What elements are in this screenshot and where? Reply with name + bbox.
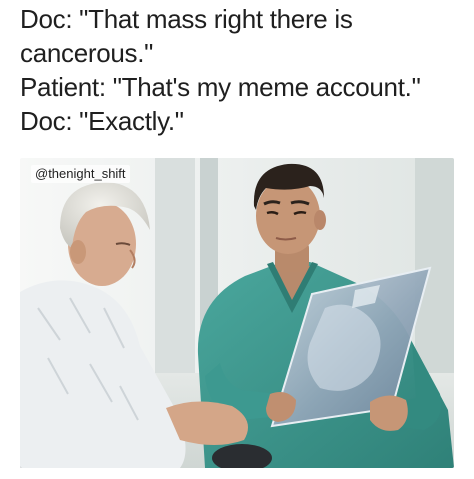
caption-line-1: Doc: "That mass right there is bbox=[20, 4, 353, 34]
background-window-left bbox=[155, 158, 195, 373]
doctor-patient-xray-illustration bbox=[20, 158, 454, 468]
doctor-ear bbox=[314, 210, 326, 230]
doctor-right-hand bbox=[370, 395, 408, 431]
caption-line-4: Doc: "Exactly." bbox=[20, 106, 184, 136]
caption-line-2: cancerous." bbox=[20, 38, 154, 68]
meme-caption: Doc: "That mass right there is cancerous… bbox=[20, 2, 465, 138]
caption-line-3: Patient: "That's my meme account." bbox=[20, 72, 421, 102]
patient-ear bbox=[70, 240, 86, 264]
watermark-handle: @thenight_shift bbox=[31, 165, 130, 183]
meme-photo: @thenight_shift bbox=[20, 158, 454, 468]
